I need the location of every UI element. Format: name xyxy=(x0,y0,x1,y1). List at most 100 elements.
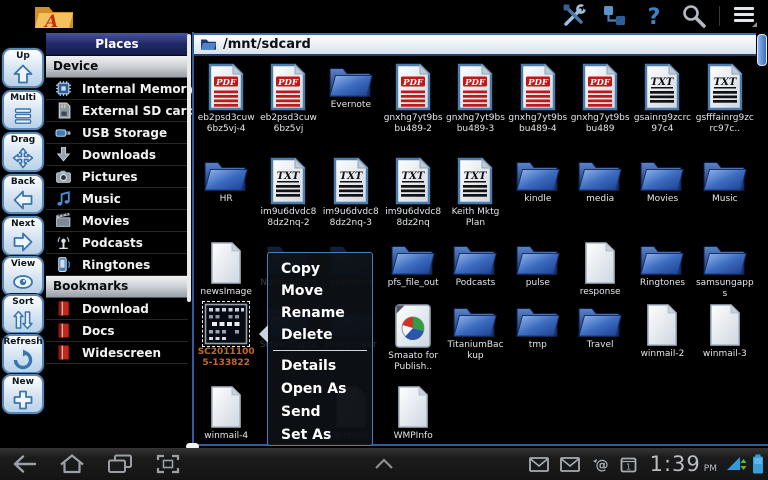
grid-item-podcasts[interactable]: Podcasts xyxy=(444,236,506,298)
grid-item-newsimage[interactable]: newsImage xyxy=(195,236,257,298)
grid-item-media[interactable]: media xyxy=(569,152,631,236)
menu-item-details[interactable]: Details xyxy=(268,355,372,378)
grid-item-gsfffainrg9zcrc97c[interactable]: TXTgsfffainrg9zcrc97c.. xyxy=(694,58,756,152)
pdf-icon: PDF xyxy=(455,63,495,111)
sidebar-item-pictures[interactable]: Pictures xyxy=(46,166,188,188)
grid-item-pfs-file-out[interactable]: pfs_file_out xyxy=(382,236,444,298)
grid-item-movies[interactable]: Movies xyxy=(631,152,693,236)
toolbar-back-button[interactable]: Back xyxy=(2,174,44,214)
nav-home-icon[interactable] xyxy=(58,452,86,476)
sidebar-item-label: Podcasts xyxy=(82,236,143,250)
nav-recents-icon[interactable] xyxy=(106,452,134,476)
grid-item-music[interactable]: Music xyxy=(694,152,756,236)
toolbar-drag-button[interactable]: Drag xyxy=(2,132,44,172)
sidebar-item-label: Docs xyxy=(82,324,114,338)
mail-icon[interactable] xyxy=(529,457,549,472)
main-scrollbar-thumb[interactable] xyxy=(757,34,767,66)
multi-icon xyxy=(11,103,35,128)
tray-caret-icon[interactable] xyxy=(372,452,396,476)
grid-item-im9u6dvdc88dz2nq-2[interactable]: TXTim9u6dvdc88dz2nq-2 xyxy=(257,152,319,236)
grid-item-keith-mktg-plan[interactable]: TXTKeith Mktg Plan xyxy=(444,152,506,236)
toolbar-view-button[interactable]: View xyxy=(2,256,44,296)
grid-item-gsainrg9zcrc97c4[interactable]: TXTgsainrg9zcrc97c4 xyxy=(631,58,693,152)
grid-item-gnxhg7yt9bsbu489-2[interactable]: PDFgnxhg7yt9bsbu489-2 xyxy=(382,58,444,152)
screenshot-icon xyxy=(204,303,248,345)
sidebar-item-ringtones[interactable]: Ringtones xyxy=(46,254,188,276)
toolbar-new-button[interactable]: New xyxy=(2,374,44,414)
help-icon[interactable]: ? xyxy=(639,2,669,30)
grid-item-eb2psd3cuw6bz5vj-4[interactable]: PDFeb2psd3cuw6bz5vj-4 xyxy=(195,58,257,152)
menu-item-move[interactable]: Move xyxy=(268,280,372,302)
sidebar-item-internal-memory[interactable]: Internal Memory xyxy=(46,78,188,100)
sidebar-item-docs[interactable]: Docs xyxy=(46,320,188,342)
grid-item-response[interactable]: response xyxy=(569,236,631,298)
music-icon xyxy=(55,190,72,207)
grid-item-im9u6dvdc88dz2nq-3[interactable]: TXTim9u6dvdc88dz2nq-3 xyxy=(320,152,382,236)
apk-icon xyxy=(394,303,432,349)
nav-screenshot-icon[interactable] xyxy=(154,452,182,476)
refresh-icon xyxy=(11,347,35,372)
sidebar-scrollbar[interactable] xyxy=(187,34,191,302)
grid-item-smaato-for-publish[interactable]: Smaato for Publish.. xyxy=(382,298,444,380)
grid-item-hr[interactable]: HR xyxy=(195,152,257,236)
file-icon xyxy=(208,385,244,429)
grid-item-gnxhg7yt9bsbu489-3[interactable]: PDFgnxhg7yt9bsbu489-3 xyxy=(444,58,506,152)
grid-item-travel[interactable]: Travel xyxy=(569,298,631,380)
grid-item-tmp[interactable]: tmp xyxy=(507,298,569,380)
svg-text:PDF: PDF xyxy=(215,78,237,88)
sidebar-item-widescreen[interactable]: Widescreen xyxy=(46,342,188,364)
sidebar-item-download[interactable]: Download xyxy=(46,298,188,320)
grid-item-evernote[interactable]: Evernote xyxy=(320,58,382,152)
sidebar-item-movies[interactable]: Movies xyxy=(46,210,188,232)
sidebar-item-podcasts[interactable]: Podcasts xyxy=(46,232,188,254)
sidebar-item-music[interactable]: Music xyxy=(46,188,188,210)
grid-item-sc20111005-133822[interactable]: SC20111005-133822 xyxy=(195,298,257,380)
grid-item-eb2psd3cuw6bz5vj[interactable]: PDFeb2psd3cuw6bz5vj xyxy=(257,58,319,152)
menu-item-send[interactable]: Send xyxy=(268,401,372,424)
grid-item-wmpinfo[interactable]: WMPInfo xyxy=(382,380,444,444)
path-bar[interactable]: /mnt/sdcard xyxy=(194,33,756,56)
email-at-icon[interactable]: @ xyxy=(591,456,609,472)
book-icon xyxy=(55,322,72,339)
network-icon[interactable] xyxy=(599,2,629,30)
toolbar-next-button[interactable]: Next xyxy=(2,216,44,256)
file-manager-screen: A ? UpMultiDragBackNextViewSortRefreshNe… xyxy=(0,0,768,480)
status-bar: @1 1:39 PM xyxy=(529,448,764,480)
tools-icon[interactable] xyxy=(559,2,589,30)
sidebar-item-external-sd-card[interactable]: External SD card xyxy=(46,100,188,122)
grid-item-kindle[interactable]: kindle xyxy=(507,152,569,236)
grid-item-winmail-4[interactable]: winmail-4 xyxy=(195,380,257,444)
menu-item-open-as[interactable]: Open As xyxy=(268,378,372,401)
drag-icon xyxy=(11,145,35,170)
sidebar-item-label: Internal Memory xyxy=(82,82,194,96)
grid-item-im9u6dvdc88dz2nq[interactable]: TXTim9u6dvdc88dz2nq xyxy=(382,152,444,236)
grid-item-winmail-3[interactable]: winmail-3 xyxy=(694,298,756,380)
toolbar-up-button[interactable]: Up xyxy=(2,48,44,88)
grid-item-samsungapps[interactable]: samsungapps xyxy=(694,236,756,298)
back-icon xyxy=(11,187,35,212)
grid-item-gnxhg7yt9bsbu489-4[interactable]: PDFgnxhg7yt9bsbu489-4 xyxy=(507,58,569,152)
file-icon xyxy=(707,303,743,347)
grid-item-gnxhg7yt9bsbu489[interactable]: PDFgnxhg7yt9bsbu489 xyxy=(569,58,631,152)
grid-item-titaniumbackup[interactable]: TitaniumBackup xyxy=(444,298,506,380)
search-icon[interactable] xyxy=(679,2,709,30)
menu-item-set-as[interactable]: Set As xyxy=(268,424,372,447)
calendar-icon[interactable]: 1 xyxy=(620,456,637,473)
sidebar-item-downloads[interactable]: Downloads xyxy=(46,144,188,166)
mail-icon[interactable] xyxy=(560,457,580,472)
menu-item-rename[interactable]: Rename xyxy=(268,302,372,324)
grid-item-ringtones[interactable]: Ringtones xyxy=(631,236,693,298)
system-nav-bar: @1 1:39 PM xyxy=(0,448,768,480)
menu-item-delete[interactable]: Delete xyxy=(268,324,372,346)
menu-item-copy[interactable]: Copy xyxy=(268,258,372,280)
movies-icon xyxy=(55,212,72,229)
menu-icon[interactable] xyxy=(730,2,760,30)
grid-item-pulse[interactable]: pulse xyxy=(507,236,569,298)
toolbar-multi-button[interactable]: Multi xyxy=(2,90,44,130)
sidebar-item-usb-storage[interactable]: USB Storage xyxy=(46,122,188,144)
toolbar-refresh-button[interactable]: Refresh xyxy=(2,334,44,374)
file-icon xyxy=(582,241,618,285)
nav-back-icon[interactable] xyxy=(10,452,38,476)
toolbar-sort-button[interactable]: Sort xyxy=(2,294,44,334)
grid-item-winmail-2[interactable]: winmail-2 xyxy=(631,298,693,380)
